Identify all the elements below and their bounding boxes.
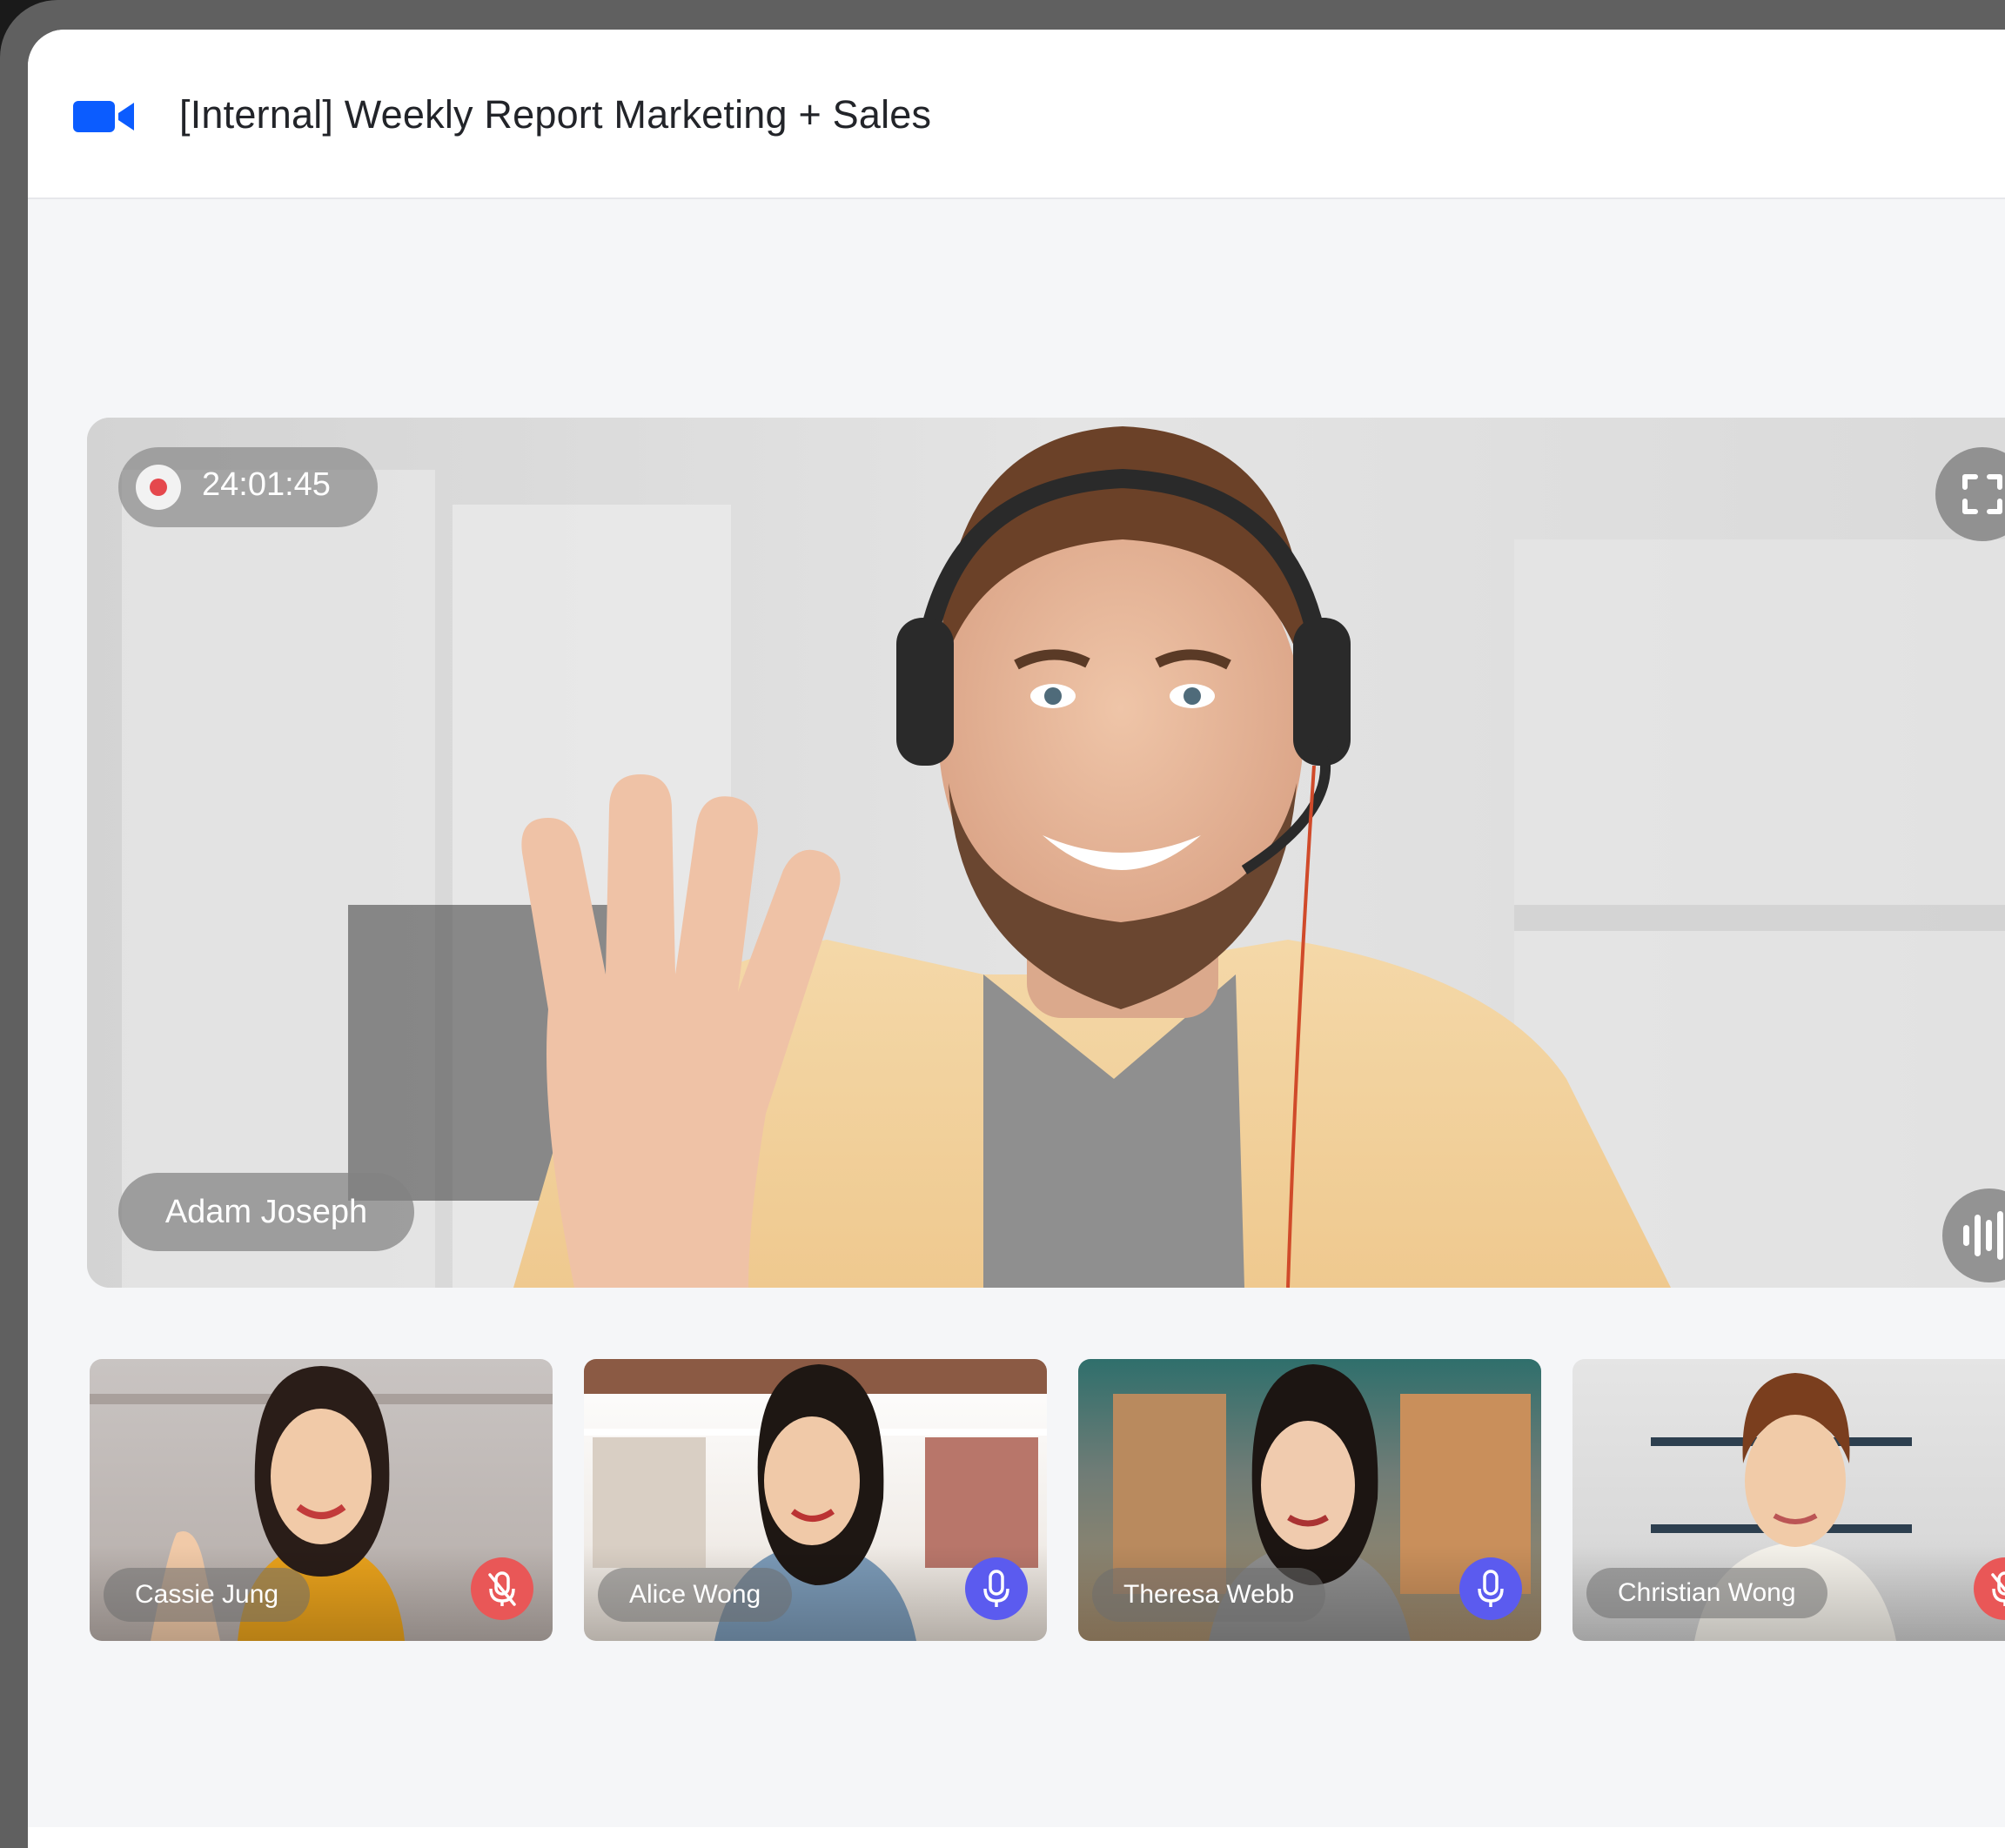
- bottom-bar: [28, 1827, 2005, 1848]
- meeting-window: [Internal] Weekly Report Marketing + Sal…: [28, 30, 2005, 1827]
- mic-icon: [983, 1570, 1009, 1607]
- mic-toggle-button[interactable]: [965, 1557, 1028, 1620]
- participant-name: Alice Wong: [598, 1568, 793, 1622]
- recording-time: 24:01:45: [202, 466, 331, 503]
- participant-name: Theresa Webb: [1092, 1568, 1326, 1622]
- video-camera-icon: [73, 101, 134, 132]
- fullscreen-button[interactable]: [1935, 447, 2005, 541]
- fullscreen-icon: [1962, 474, 2002, 514]
- participant-tile-alice-wong[interactable]: Alice Wong: [584, 1359, 1047, 1641]
- main-speaker-video: 24:01:45 Adam Joseph: [87, 418, 2005, 1288]
- participant-name: Christian Wong: [1586, 1568, 1827, 1618]
- participant-tile-theresa-webb[interactable]: Theresa Webb: [1078, 1359, 1541, 1641]
- mic-off-icon: [488, 1571, 516, 1606]
- speaker-video-feed: [87, 418, 2005, 1288]
- meeting-title: [Internal] Weekly Report Marketing + Sal…: [179, 92, 932, 137]
- speaker-name-label: Adam Joseph: [118, 1173, 414, 1251]
- participant-tile-christian-wong[interactable]: Christian Wong: [1572, 1359, 2005, 1641]
- audio-waveform-icon: [1963, 1211, 2003, 1260]
- recording-timer: 24:01:45: [118, 447, 378, 527]
- meeting-header: [Internal] Weekly Report Marketing + Sal…: [28, 30, 2005, 199]
- participant-name: Cassie Jung: [104, 1568, 311, 1622]
- mic-toggle-button[interactable]: [1974, 1557, 2005, 1620]
- mic-toggle-button[interactable]: [471, 1557, 533, 1620]
- recording-dot: [150, 479, 167, 496]
- audio-level-button[interactable]: [1942, 1188, 2005, 1282]
- recording-icon: [136, 465, 181, 510]
- mic-icon: [1478, 1570, 1504, 1607]
- mic-toggle-button[interactable]: [1459, 1557, 1522, 1620]
- mic-off-icon: [1991, 1571, 2005, 1606]
- participant-tile-cassie-jung[interactable]: Cassie Jung: [90, 1359, 553, 1641]
